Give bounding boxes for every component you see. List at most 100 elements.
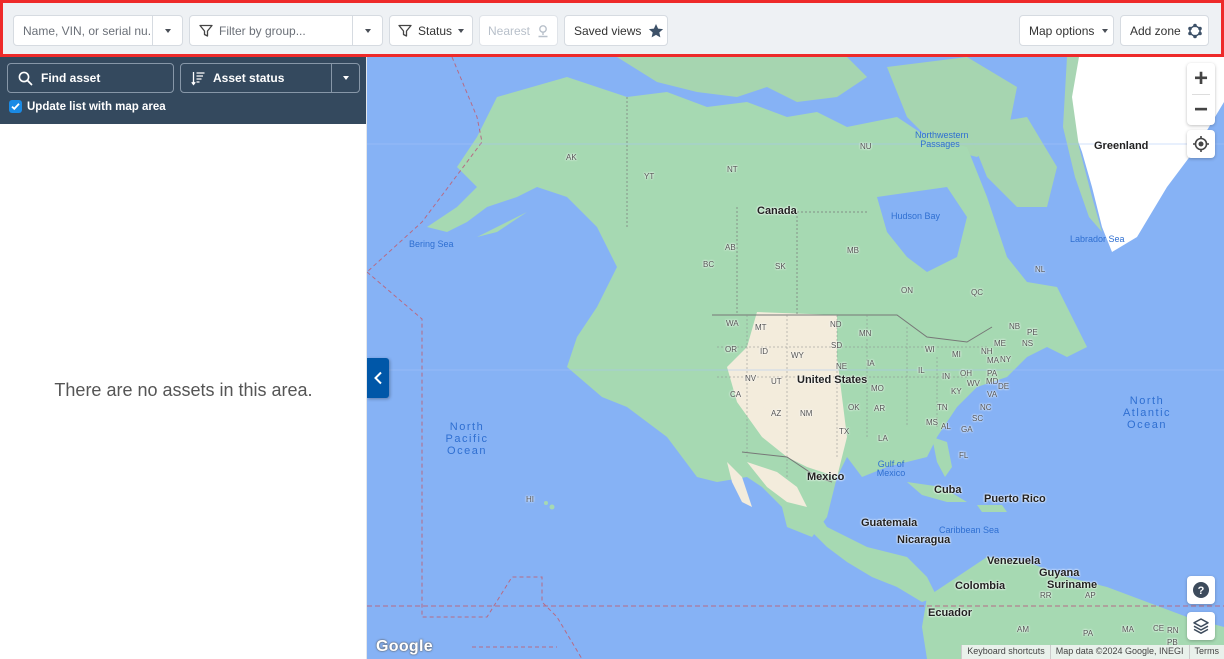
map-label-country: Cuba: [934, 484, 962, 496]
asset-search-input[interactable]: Name, VIN, or serial nu...: [14, 24, 152, 38]
map-label-region: PE: [1027, 328, 1038, 337]
map-label-region: MT: [755, 323, 767, 332]
map-label-region: OH: [960, 369, 972, 378]
map-label-region: ME: [994, 339, 1006, 348]
map-label-region: WI: [925, 345, 935, 354]
map-options-label: Map options: [1029, 23, 1095, 38]
map-label-region: OR: [725, 345, 737, 354]
zoom-divider: [1192, 94, 1210, 95]
map-label-region: UT: [771, 377, 782, 386]
map-label-region: OK: [848, 403, 860, 412]
find-asset-button[interactable]: Find asset: [7, 63, 174, 93]
map-label-region: NU: [860, 142, 872, 151]
sort-dropdown-button[interactable]: [331, 64, 359, 92]
sort-icon: [191, 71, 205, 85]
map-label-region: CA: [730, 390, 742, 399]
map-label-region: ND: [830, 320, 842, 329]
map-canvas[interactable]: Canada United States Mexico Greenland Cu…: [367, 57, 1224, 659]
group-filter-combobox[interactable]: Filter by group...: [189, 15, 383, 46]
map-label-region: IN: [942, 372, 950, 381]
saved-views-button[interactable]: Saved views: [564, 15, 668, 46]
map-label-region: NE: [836, 362, 848, 371]
map-label-water: Hudson Bay: [891, 211, 941, 221]
map-label-region: SK: [775, 262, 786, 271]
status-filter-button[interactable]: Status: [389, 15, 473, 46]
map-label-region: WY: [791, 351, 804, 360]
map-label-region: RR: [1040, 591, 1052, 600]
find-asset-label: Find asset: [41, 71, 101, 85]
my-location-button[interactable]: [1187, 130, 1215, 158]
map-label-region: MO: [871, 384, 884, 393]
map-label-region: NS: [1022, 339, 1034, 348]
chevron-down-icon: [364, 28, 371, 33]
map-label-region: AM: [1017, 625, 1029, 634]
map-label-region: NL: [1035, 265, 1046, 274]
help-icon: ?: [1193, 582, 1209, 598]
google-logo[interactable]: Google: [376, 638, 433, 656]
group-filter-input[interactable]: Filter by group...: [190, 24, 352, 38]
map-label-region: MN: [859, 329, 872, 338]
map-label-region: AL: [941, 422, 951, 431]
location-pin-icon: [538, 24, 548, 37]
map-label-region: MI: [952, 350, 961, 359]
map-label-region: NM: [800, 409, 813, 418]
map-label-region: SC: [972, 414, 984, 423]
map-label-country: Guatemala: [861, 517, 918, 529]
zoom-in-button[interactable]: +: [1187, 63, 1215, 94]
map-label-country: Mexico: [807, 471, 845, 483]
asset-search-combobox[interactable]: Name, VIN, or serial nu...: [13, 15, 183, 46]
map-label-region: MS: [926, 418, 938, 427]
map-label-region: TX: [839, 427, 850, 436]
map-label-region: MB: [847, 246, 859, 255]
map-options-button[interactable]: Map options: [1019, 15, 1114, 46]
map-label-water: Bering Sea: [409, 239, 454, 249]
checkbox-checked-icon[interactable]: [9, 100, 22, 113]
map-label-country: Ecuador: [928, 607, 973, 619]
collapse-sidebar-button[interactable]: [367, 358, 389, 398]
zoom-out-button[interactable]: −: [1187, 94, 1215, 125]
map-label-country: Colombia: [955, 580, 1006, 592]
map-label-country: Greenland: [1094, 140, 1149, 152]
asset-list-header: Find asset Asset status Update list with…: [0, 57, 366, 124]
map-label-region: NB: [1009, 322, 1021, 331]
map-label-region: AB: [725, 243, 736, 252]
help-button[interactable]: ?: [1187, 576, 1215, 604]
map-label-region: IA: [867, 359, 875, 368]
map-label-region: MA: [987, 356, 999, 365]
map-label-region: WA: [726, 319, 739, 328]
map-label-region: NV: [745, 374, 757, 383]
chevron-down-icon: [458, 28, 465, 33]
map-data-attribution: Map data ©2024 Google, INEGI: [1049, 645, 1189, 659]
map-label-region: VA: [987, 390, 998, 399]
update-list-with-map-checkbox[interactable]: Update list with map area: [9, 100, 166, 113]
map-label-region: KY: [951, 387, 962, 396]
map-layers-button[interactable]: [1187, 612, 1215, 640]
map-label-region: DE: [998, 382, 1010, 391]
map-label-ocean: North Atlantic Ocean: [1122, 395, 1172, 431]
layers-icon: [1193, 618, 1209, 634]
asset-search-dropdown-button[interactable]: [152, 16, 182, 45]
update-list-label: Update list with map area: [27, 100, 166, 113]
terms-link[interactable]: Terms: [1188, 645, 1224, 659]
chevron-left-icon: [374, 371, 382, 385]
group-filter-placeholder: Filter by group...: [219, 23, 306, 38]
sort-by-button[interactable]: Asset status: [180, 63, 360, 93]
map-label-country: Canada: [757, 205, 797, 217]
empty-state-message: There are no assets in this area.: [54, 380, 313, 400]
crosshair-location-icon: [1193, 136, 1209, 152]
status-filter-label: Status: [418, 23, 453, 38]
add-zone-button[interactable]: Add zone: [1120, 15, 1209, 46]
map-label-region: AZ: [771, 409, 782, 418]
keyboard-shortcuts-link[interactable]: Keyboard shortcuts: [961, 645, 1050, 659]
map-label-water: Caribbean Sea: [939, 525, 1000, 535]
chevron-down-icon: [342, 76, 349, 80]
map-label-region: IL: [918, 366, 925, 375]
map-label-country: Guyana: [1039, 567, 1080, 579]
map-label-region: HI: [526, 495, 534, 504]
map-label-country: United States: [797, 374, 868, 386]
map-label-region: ON: [901, 286, 913, 295]
group-filter-dropdown-button[interactable]: [352, 16, 382, 45]
map-label-region: BC: [703, 260, 715, 269]
nearest-button[interactable]: Nearest: [479, 15, 558, 46]
top-toolbar: Name, VIN, or serial nu... Filter by gro…: [0, 0, 1224, 57]
